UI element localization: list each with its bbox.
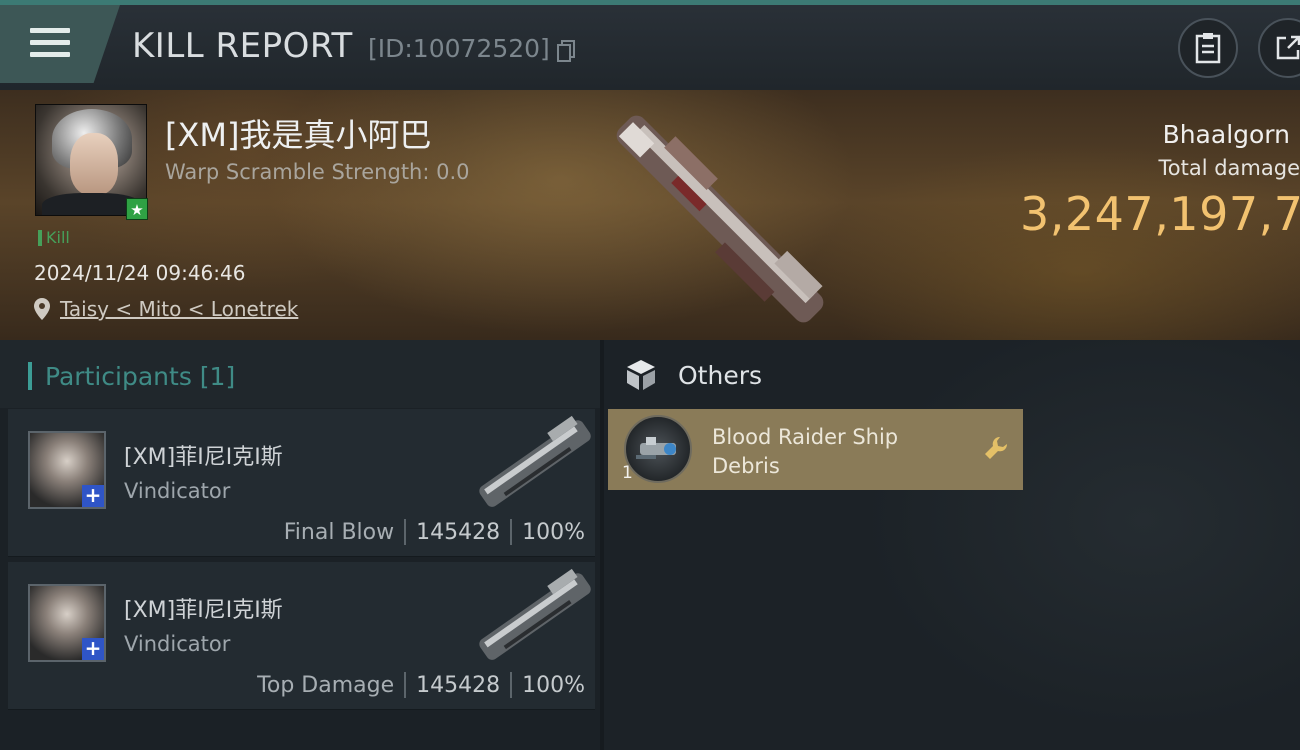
page-title: KILL REPORT: [132, 26, 353, 66]
plus-icon: +: [82, 638, 104, 660]
share-button[interactable]: [1258, 18, 1300, 78]
report-id: [ID:10072520]: [368, 34, 550, 63]
participant-stats: Final Blow 145428 100%: [284, 519, 585, 545]
clipboard-button[interactable]: [1178, 18, 1238, 78]
stats-divider: [404, 672, 407, 698]
copy-icon[interactable]: [557, 40, 575, 62]
wrench-icon[interactable]: [983, 435, 1009, 461]
participant-ship-image[interactable]: [473, 568, 593, 668]
total-damage-label: Total damage: [1158, 156, 1300, 180]
kill-bar-icon: [38, 229, 42, 246]
participant-damage: 145428: [416, 672, 501, 698]
participants-accent: [28, 362, 32, 390]
item-card[interactable]: 1 Blood Raider Ship Debris: [608, 409, 1023, 490]
participant-row[interactable]: + [XM]菲I尼I克I斯 Vindicator Final Blow 1454…: [8, 409, 595, 557]
stats-divider: [510, 519, 513, 545]
kill-datetime: 2024/11/24 09:46:46: [34, 261, 246, 285]
share-icon: [1276, 35, 1300, 60]
warp-scramble-strength: Warp Scramble Strength: 0.0: [165, 160, 470, 184]
debris-item-icon: [624, 415, 692, 483]
participant-avatar[interactable]: +: [28, 431, 106, 509]
item-quantity: 1: [622, 463, 633, 483]
victim-ship-image[interactable]: [590, 114, 850, 324]
victim-name[interactable]: [XM]我是真小阿巴: [165, 110, 432, 156]
participant-damage: 145428: [416, 519, 501, 545]
hamburger-icon: [30, 28, 70, 58]
plus-icon: +: [82, 485, 104, 507]
participant-percent: 100%: [522, 672, 585, 698]
kill-tag: Kill: [38, 228, 70, 247]
victim-ship-name: Bhaalgorn: [1162, 120, 1290, 149]
participants-panel: Participants [1] + [XM]菲I尼I克I斯 Vindicato…: [0, 340, 600, 750]
top-bar: KILL REPORT [ID:10072520]: [0, 0, 1300, 90]
participant-stats: Top Damage 145428 100%: [257, 672, 585, 698]
victim-banner: ★ [XM]我是真小阿巴 Warp Scramble Strength: 0.0…: [0, 90, 1300, 340]
location-pin-icon: [34, 298, 50, 320]
participants-header: Participants [1]: [0, 340, 600, 408]
cube-icon: [627, 360, 655, 390]
participants-label: Participants [1]: [45, 362, 236, 391]
participant-percent: 100%: [522, 519, 585, 545]
menu-button[interactable]: [0, 5, 120, 83]
location-link[interactable]: Taisy < Mito < Lonetrek: [34, 297, 298, 321]
star-badge-icon: ★: [126, 198, 148, 220]
participant-role: Top Damage: [257, 672, 395, 698]
participant-ship-image[interactable]: [473, 415, 593, 515]
participant-name: [XM]菲I尼I克I斯: [124, 445, 283, 470]
participant-name: [XM]菲I尼I克I斯: [124, 598, 283, 623]
participant-role: Final Blow: [283, 519, 395, 545]
others-header: Others: [624, 358, 762, 392]
others-label: Others: [678, 360, 763, 390]
clipboard-icon: [1195, 33, 1221, 64]
location-text[interactable]: Taisy < Mito < Lonetrek: [60, 297, 298, 321]
participant-row[interactable]: + [XM]菲I尼I克I斯 Vindicator Top Damage 1454…: [8, 562, 595, 710]
participant-ship: Vindicator: [124, 632, 231, 656]
stats-divider: [404, 519, 407, 545]
participant-ship: Vindicator: [124, 479, 231, 503]
stats-divider: [510, 672, 513, 698]
others-panel: Others 1 Blood Raider Ship Debris: [600, 340, 1300, 750]
participant-avatar[interactable]: +: [28, 584, 106, 662]
item-name: Blood Raider Ship Debris: [712, 425, 899, 478]
kill-tag-label: Kill: [46, 228, 70, 247]
total-damage-value: 3,247,197,79: [1020, 187, 1300, 241]
